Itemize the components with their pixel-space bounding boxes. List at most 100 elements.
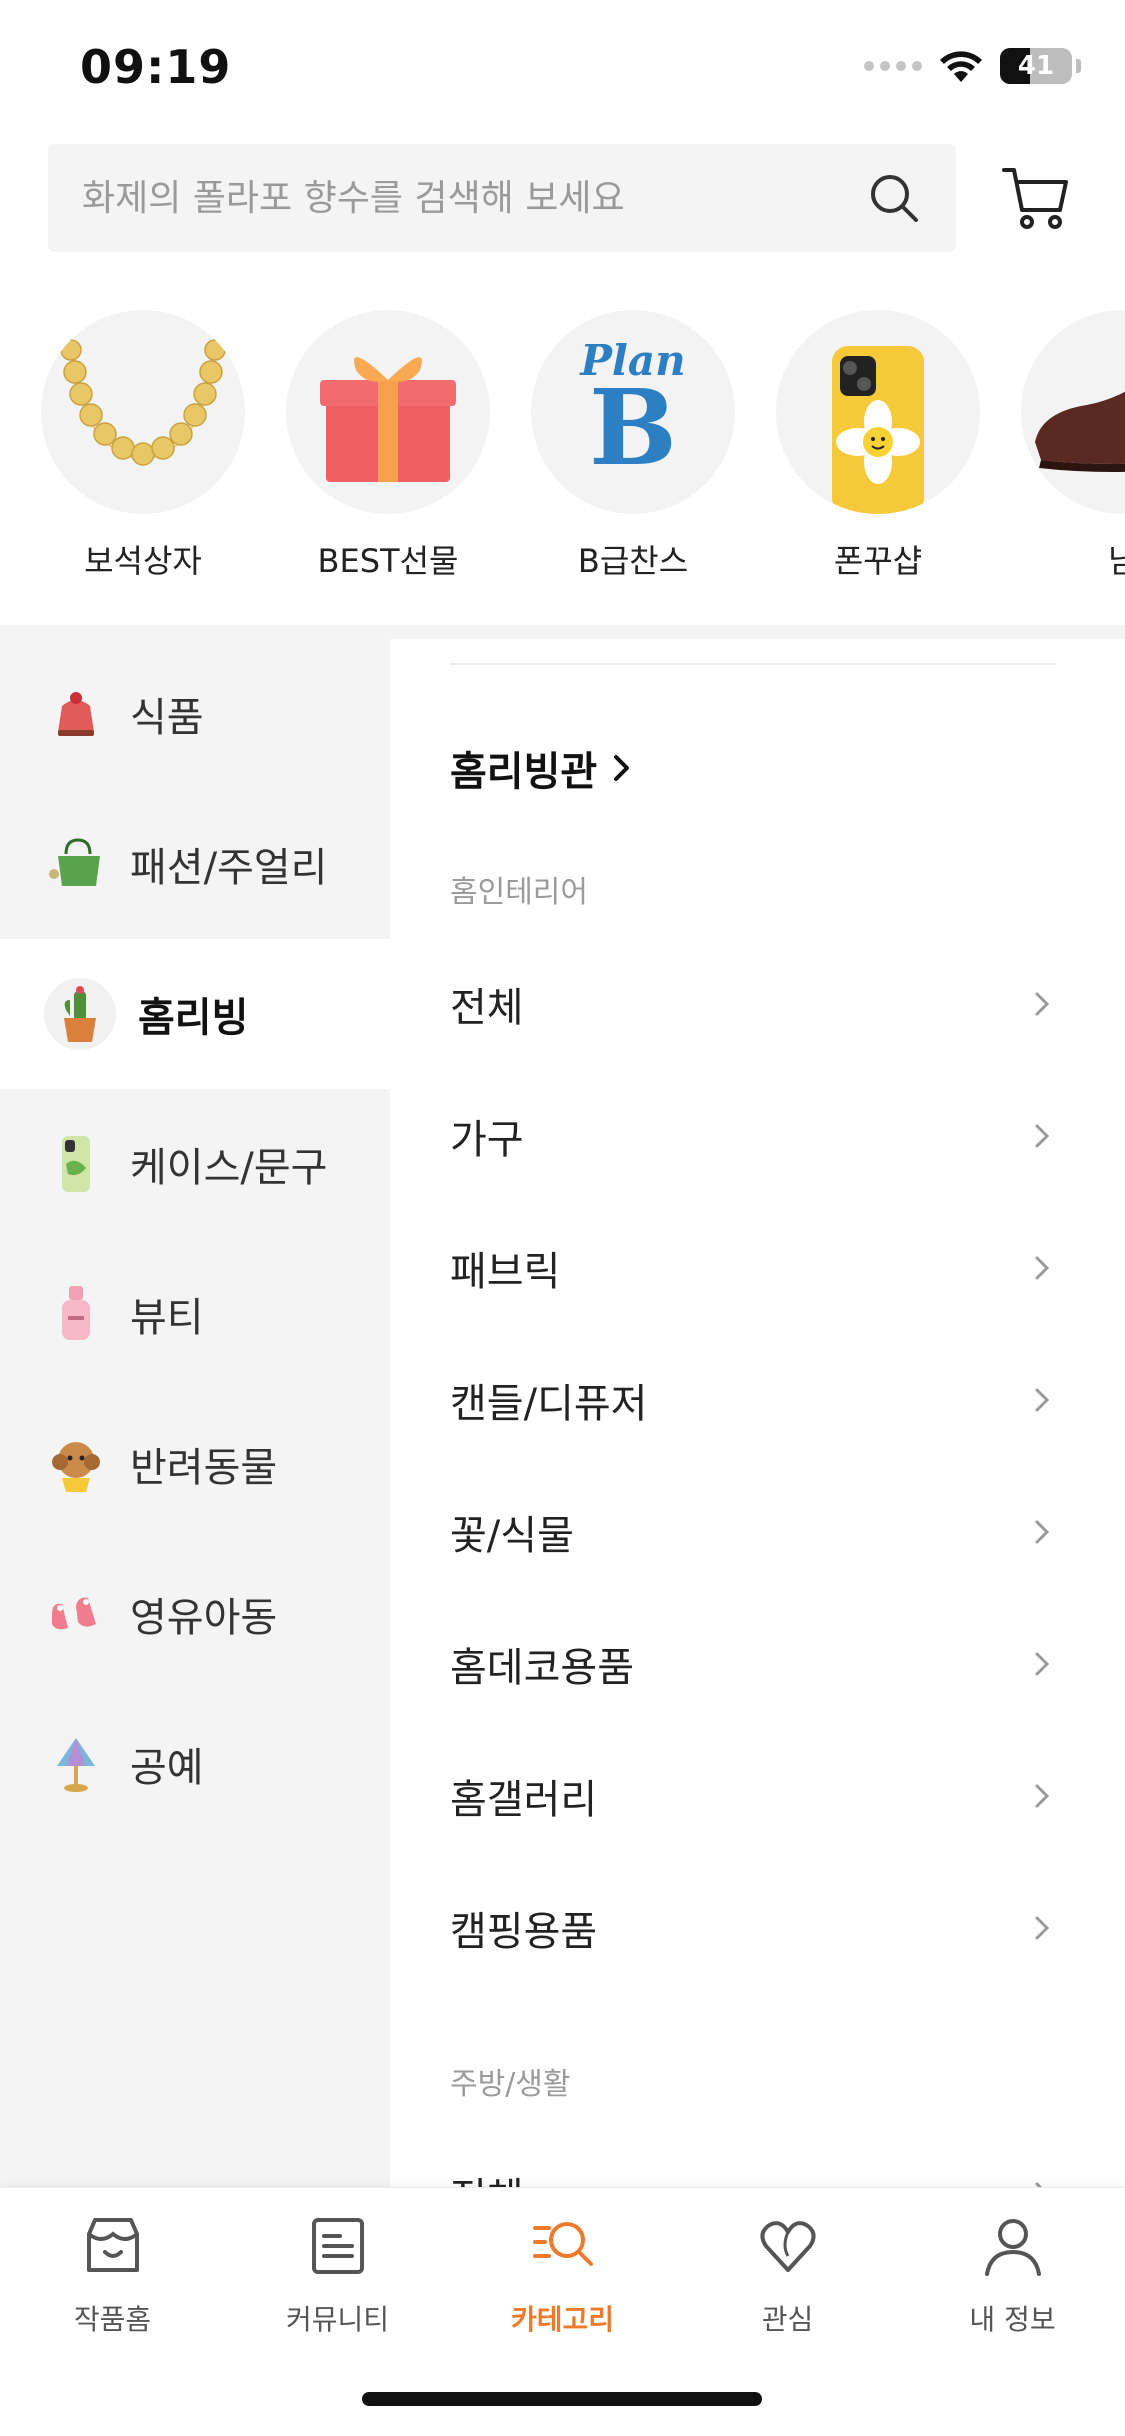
tab-label: 내 정보 (969, 2303, 1056, 2336)
subcategory-label: 전체 (450, 985, 524, 1031)
quick-category-jewelry-box[interactable]: 보석상자 (33, 310, 253, 582)
chevron-right-icon (614, 755, 630, 781)
rail-item-crafts[interactable]: 공예 (0, 1689, 390, 1839)
rail-item-label: 영유아동 (130, 1595, 278, 1641)
phone-case-image (776, 310, 980, 514)
panel-title-link[interactable]: 홈리빙관 (450, 739, 633, 797)
rail-item-kids[interactable]: 영유아동 (0, 1539, 390, 1689)
battery-level: 41 (1017, 51, 1055, 81)
status-indicators: 41 (864, 48, 1081, 84)
subcategory-label: 캔들/디퓨저 (450, 1381, 648, 1427)
subcategory-item[interactable]: 홈데코용품 (450, 1624, 1055, 1704)
chevron-right-icon (1035, 1256, 1050, 1280)
rail-item-label: 식품 (130, 695, 204, 741)
tab-label: 커뮤니티 (285, 2303, 390, 2336)
quick-category-label: B급찬스 (577, 542, 689, 580)
board-icon (311, 2218, 364, 2274)
cactus-pot-icon (44, 978, 116, 1050)
lamp-icon (44, 1732, 108, 1796)
tab-my-info[interactable]: 내 정보 (900, 2212, 1125, 2338)
rail-item-case-stationery[interactable]: 케이스/문구 (0, 1089, 390, 1239)
chevron-right-icon (1035, 992, 1050, 1016)
chevron-right-icon (1035, 1916, 1050, 1940)
search-bar[interactable] (48, 144, 956, 252)
chevron-right-icon (1035, 1124, 1050, 1148)
rail-item-label: 뷰티 (130, 1295, 204, 1341)
baby-shoes-icon (44, 1582, 108, 1646)
tab-home[interactable]: 작품홈 (0, 2212, 225, 2338)
cellular-signal-icon (864, 61, 922, 71)
plan-b-logo-main: B (589, 366, 677, 489)
plan-b-logo: Plan B (531, 310, 735, 514)
tab-favorites[interactable]: 관심 (675, 2212, 900, 2338)
rail-item-home-living[interactable]: 홈리빙 (0, 939, 390, 1089)
tab-label: 관심 (761, 2303, 814, 2336)
category-search-icon (532, 2222, 593, 2266)
search-input[interactable] (82, 144, 862, 252)
person-icon (984, 2219, 1041, 2276)
quick-category-phone-shop[interactable]: 폰꾸샵 (768, 310, 988, 582)
rail-item-food[interactable]: 식품 (0, 639, 390, 789)
subcategory-item[interactable]: 캔들/디퓨저 (450, 1360, 1055, 1440)
subcategory-item[interactable]: 캠핑용품 (450, 1888, 1055, 1968)
subcategory-item[interactable]: 홈갤러리 (450, 1756, 1055, 1836)
rail-item-label: 공예 (130, 1745, 204, 1791)
chevron-right-icon (1035, 1388, 1050, 1412)
shop-icon (86, 2218, 139, 2272)
quick-category-label: BEST선물 (317, 542, 459, 580)
subcategory-item[interactable]: 꽃/식물 (450, 1492, 1055, 1572)
status-time: 09:19 (80, 40, 232, 94)
quick-category-label: 남 (1108, 542, 1125, 580)
tab-category[interactable]: 카테고리 (450, 2212, 675, 2338)
subcategory-label: 가구 (450, 1117, 524, 1163)
quick-category-best-gift[interactable]: BEST선물 (278, 310, 498, 582)
panel-title: 홈리빙관 (450, 749, 598, 795)
shoe-image (1021, 310, 1125, 514)
rail-item-fashion-jewelry[interactable]: 패션/주얼리 (0, 789, 390, 939)
subcategory-item[interactable]: 전체 (450, 964, 1055, 1044)
bag-icon (44, 832, 108, 896)
phone-case-icon (44, 1132, 108, 1196)
status-bar: 09:19 41 (0, 0, 1125, 140)
cart-icon[interactable] (1000, 162, 1072, 234)
tab-community[interactable]: 커뮤니티 (225, 2212, 450, 2338)
quick-category-b-chance[interactable]: Plan B B급찬스 (523, 310, 743, 582)
quick-category-row: 보석상자 BEST선물 Plan B B급찬스 폰꾸샵 남 (0, 310, 1125, 600)
chevron-right-icon (1035, 1784, 1050, 1808)
section-label: 주방/생활 (450, 2067, 571, 2102)
heart-icon (760, 2221, 815, 2272)
subcategory-panel: 홈리빙관 홈인테리어 전체 가구 패브릭 캔들/디퓨저 꽃/식물 홈데코용품 홈… (390, 639, 1125, 2189)
subcategory-item[interactable]: 패브릭 (450, 1228, 1055, 1308)
rail-item-label: 홈리빙 (138, 995, 249, 1041)
subcategory-label: 패브릭 (450, 1249, 561, 1295)
panel-divider (450, 663, 1055, 665)
subcategory-label: 캠핑용품 (450, 1909, 598, 1955)
home-indicator[interactable] (362, 2392, 762, 2406)
rail-item-pets[interactable]: 반려동물 (0, 1389, 390, 1539)
quick-category-label: 보석상자 (84, 542, 202, 580)
rail-item-beauty[interactable]: 뷰티 (0, 1239, 390, 1389)
subcategory-label: 꽃/식물 (450, 1513, 574, 1559)
quick-category-men[interactable]: 남 (1013, 310, 1125, 582)
search-icon[interactable] (868, 172, 920, 224)
subcategory-item[interactable]: 전체 (450, 2154, 1055, 2189)
tab-label: 카테고리 (510, 2303, 615, 2336)
rail-item-label: 케이스/문구 (130, 1145, 328, 1191)
subcategory-label: 홈갤러리 (450, 1777, 598, 1823)
battery-icon: 41 (1000, 48, 1072, 84)
necklace-image (41, 310, 245, 514)
rail-item-label: 패션/주얼리 (130, 845, 328, 891)
perfume-icon (44, 1282, 108, 1346)
quick-category-label: 폰꾸샵 (833, 542, 923, 580)
category-rail: 식품 패션/주얼리 홈리빙 케이스/문구 뷰티 반려동물 영유아동 공예 (0, 639, 390, 2189)
chevron-right-icon (1035, 1520, 1050, 1544)
section-label: 홈인테리어 (450, 875, 588, 910)
tab-label: 작품홈 (73, 2303, 152, 2336)
cake-icon (44, 682, 108, 746)
subcategory-item[interactable]: 가구 (450, 1096, 1055, 1176)
subcategory-label: 전체 (450, 2165, 524, 2189)
gift-box-image (286, 310, 490, 514)
rail-item-label: 반려동물 (130, 1445, 278, 1491)
wifi-icon (940, 51, 982, 82)
subcategory-label: 홈데코용품 (450, 1645, 634, 1691)
